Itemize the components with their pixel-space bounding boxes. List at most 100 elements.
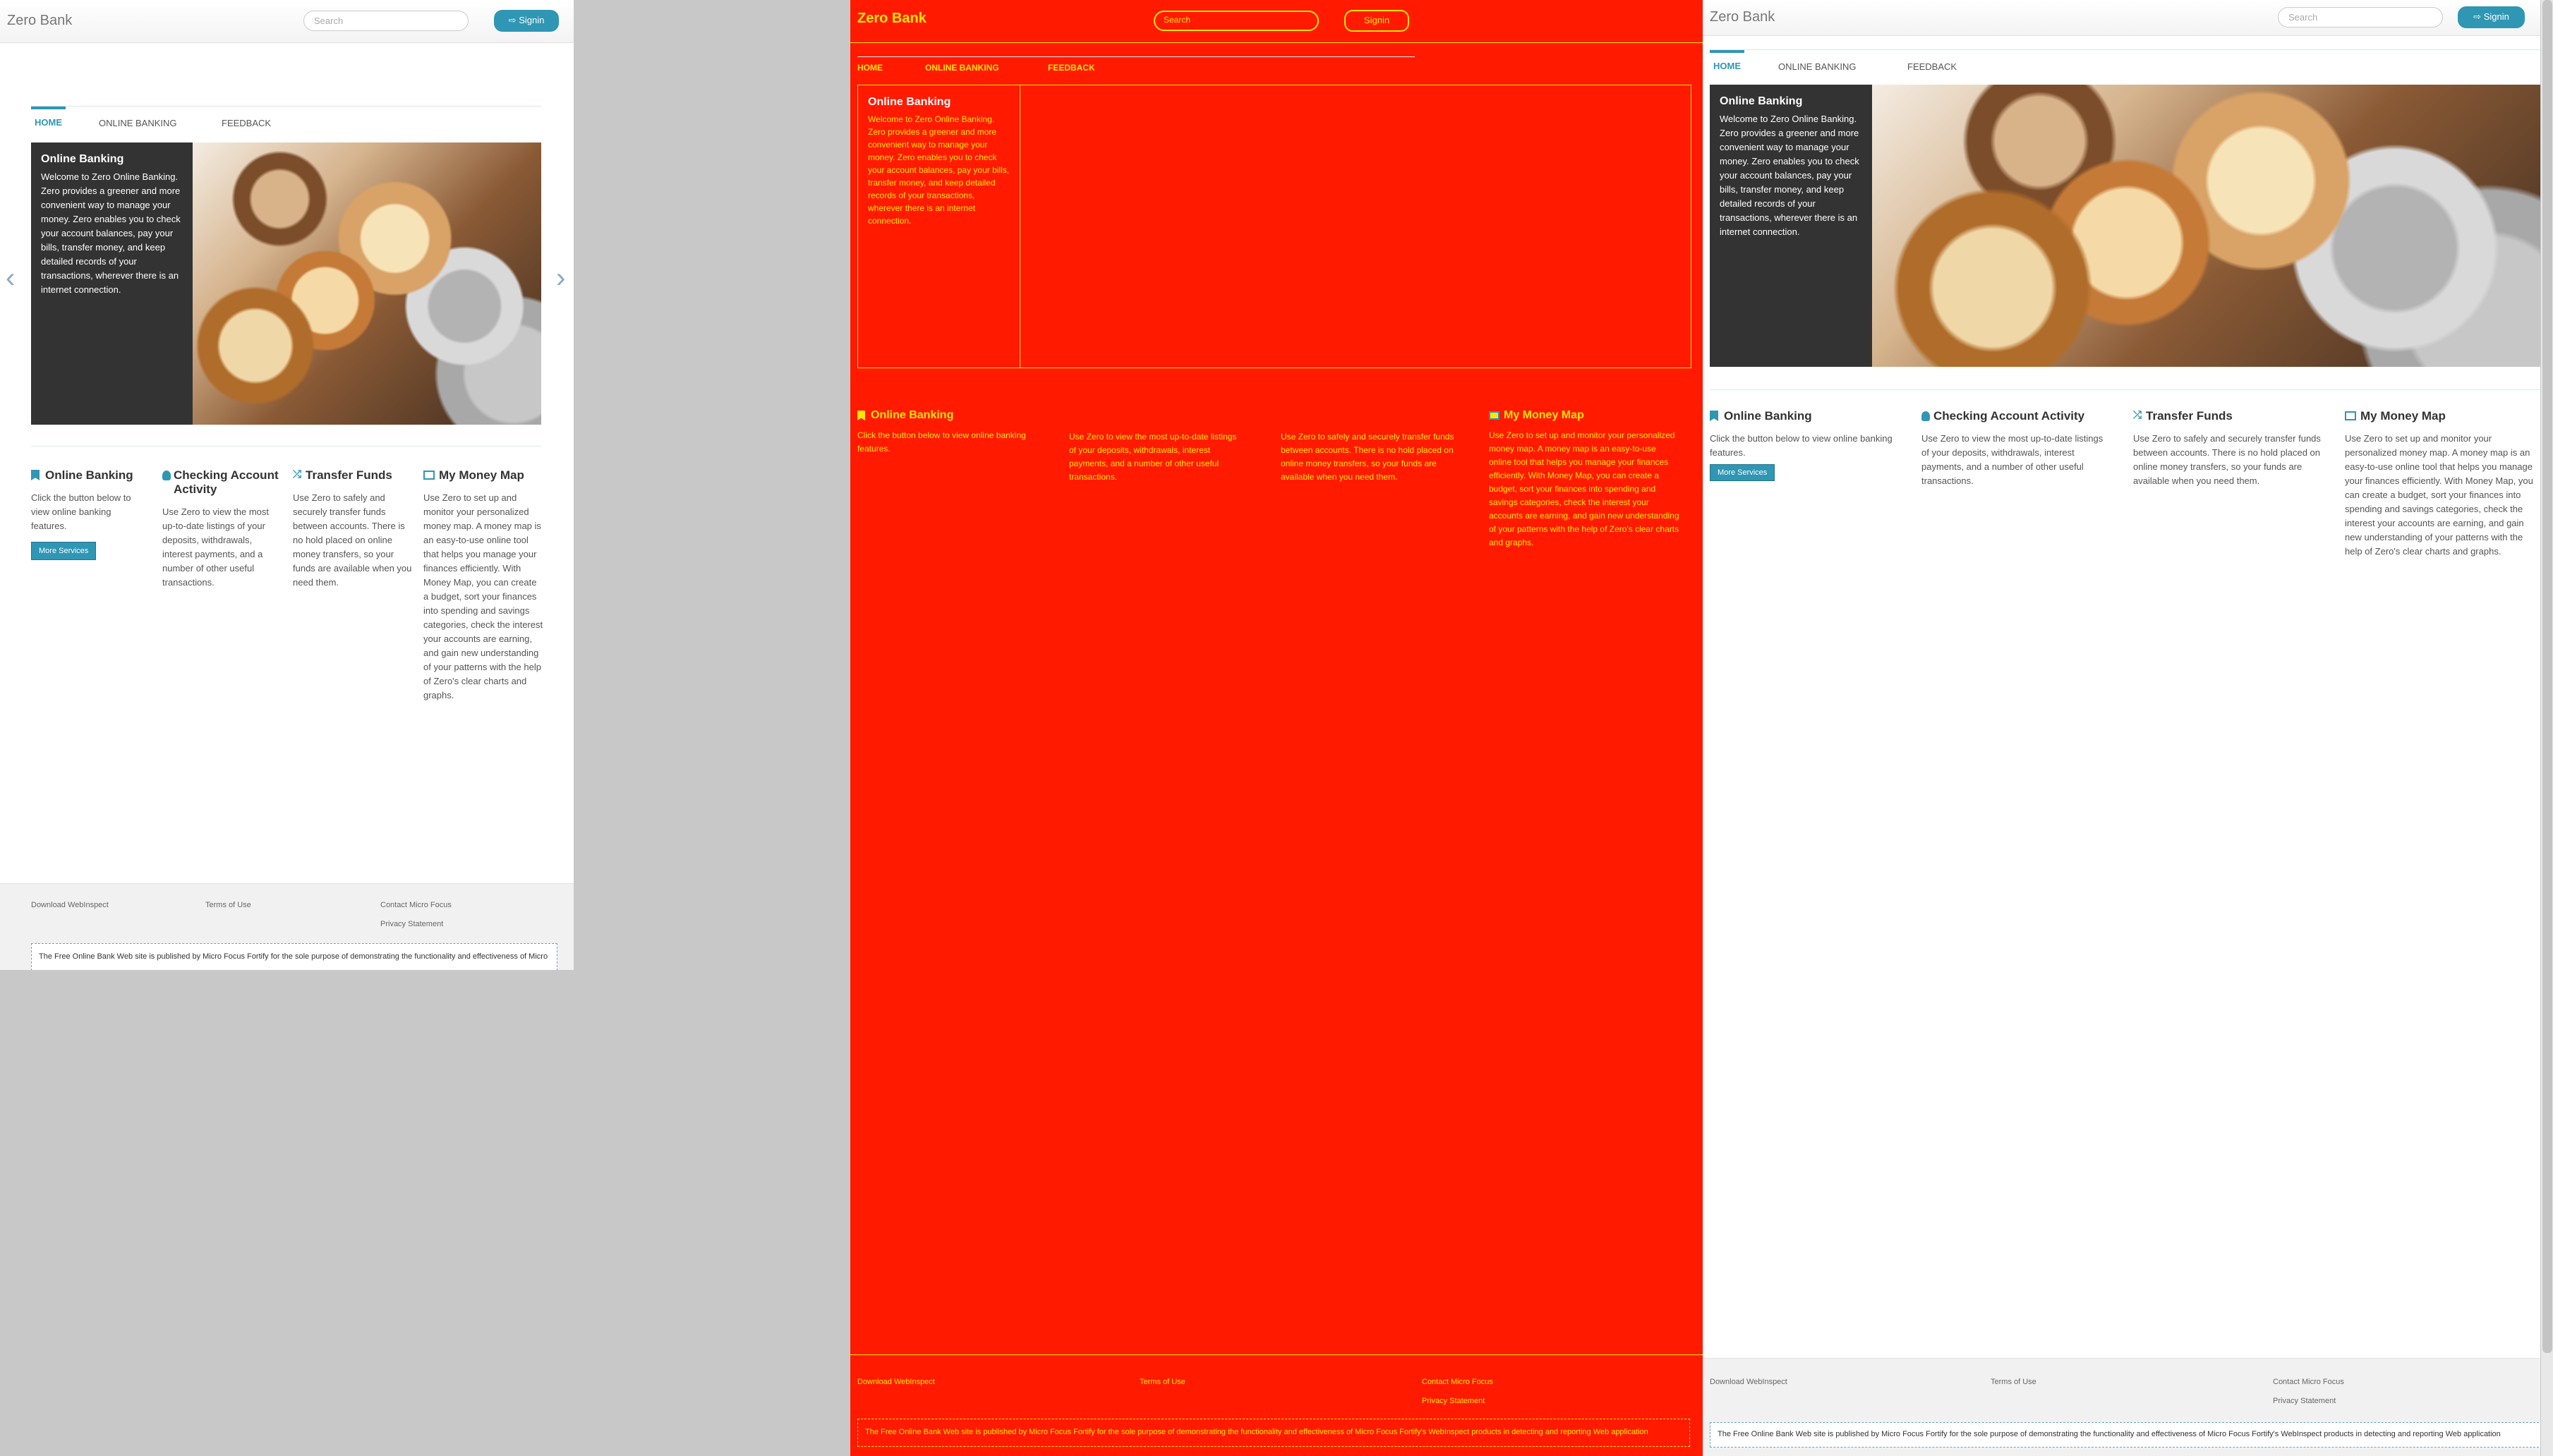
footer-disclaimer: The Free Online Bank Web site is publish… [1710,1422,2542,1448]
carousel-caption: Online Banking Welcome to Zero Online Ba… [31,142,193,425]
map-icon [1489,411,1499,420]
shuffle-icon: ⤮ [2133,409,2142,421]
scrollbar-thumb[interactable] [2542,0,2552,1353]
signin-button: Signin [1344,10,1409,32]
carousel-caption: Online Banking Welcome to Zero Online Ba… [1710,85,1872,367]
signin-icon: ⇨ [2473,11,2484,22]
feature-title: My Money Map [1504,409,1584,421]
feature-title: Checking Account Activity [174,468,279,496]
section-divider [31,446,541,447]
signin-icon: ⇨ [508,15,519,25]
feature-text: Use Zero to set up and monitor your pers… [1489,430,1679,547]
footer-terms-link[interactable]: Terms of Use [1991,1378,2036,1386]
footer-download-link: Download WebInspect [857,1378,935,1386]
tab-feedback: FEEDBACK [1048,63,1095,73]
nav-tabs: HOME ONLINE BANKING FEEDBACK [31,106,541,135]
more-services-button[interactable]: More Services [31,542,97,560]
site-footer: Download WebInspect Terms of Use Contact… [0,883,574,970]
tab-online-banking[interactable]: ONLINE BANKING [99,107,177,128]
feature-text: Use Zero to safely and securely transfer… [293,492,412,588]
carousel-title: Online Banking [1720,95,1803,107]
hero-carousel: Online Banking Welcome to Zero Online Ba… [857,85,1691,368]
hero-carousel: Online Banking Welcome to Zero Online Ba… [31,142,541,425]
search-input: Search [1154,11,1319,31]
tab-feedback[interactable]: FEEDBACK [1907,50,1957,72]
footer-terms-link: Terms of Use [1140,1378,1185,1386]
footer-terms-link[interactable]: Terms of Use [205,901,251,909]
feature-text: Use Zero to view the most up-to-date lis… [1921,433,2104,486]
page-scrollbar[interactable] [2540,0,2553,1456]
brand-logo: Zero Bank [857,11,927,26]
feature-title: Online Banking [871,409,954,421]
feature-online-banking: Online Banking Click the button below to… [1710,409,1900,481]
feature-checking: Checking Account Activity Use Zero to vi… [162,468,279,590]
carousel-body: Welcome to Zero Online Banking. Zero pro… [41,171,181,295]
signin-button[interactable]: ⇨ Signin [2458,6,2525,28]
search-input[interactable]: Search [303,11,469,31]
footer-disclaimer: The Free Online Bank Web site is publish… [31,943,557,970]
feature-money-map: My Money Map Use Zero to set up and moni… [1489,409,1679,550]
shuffle-icon: ⤮ [293,468,302,480]
feature-title: Transfer Funds [2146,409,2233,423]
bookmark-icon [1710,411,1718,421]
feature-money-map: My Money Map Use Zero to set up and moni… [423,468,543,703]
feature-title: Checking Account Activity [1933,409,2085,423]
feature-text: Use Zero to safely and securely transfer… [1281,432,1454,482]
footer-privacy-link[interactable]: Privacy Statement [380,920,443,928]
carousel-body: Welcome to Zero Online Banking. Zero pro… [1720,114,1859,237]
site-footer: Download WebInspect Terms of Use Contact… [1703,1358,2553,1456]
feature-title: Transfer Funds [306,468,392,482]
tab-online-banking[interactable]: ONLINE BANKING [1778,50,1857,72]
bookmark-icon [31,470,40,480]
footer-contact-link: Contact Micro Focus [1422,1378,1493,1386]
tab-online-banking: ONLINE BANKING [925,63,999,73]
feature-online-banking: Online Banking Click the button below to… [857,409,1027,456]
brand-logo[interactable]: Zero Bank [1710,9,1775,25]
more-services-button[interactable]: More Services [1710,464,1775,481]
right-screenshot-panel: Zero Bank Search ⇨ Signin HOME ONLINE BA… [1703,0,2553,1456]
feature-text: Use Zero to set up and monitor your pers… [2345,433,2533,557]
footer-disclaimer: The Free Online Bank Web site is publish… [857,1419,1690,1447]
footer-privacy-link[interactable]: Privacy Statement [2273,1397,2336,1405]
search-input[interactable]: Search [2278,7,2443,28]
brand-logo[interactable]: Zero Bank [7,13,72,29]
feature-title: My Money Map [2360,409,2446,423]
footer-privacy-link: Privacy Statement [1422,1397,1485,1405]
diff-overlay-panel: Zero Bank Search Signin HOME ONLINE BANK… [850,0,1703,1456]
site-header: Zero Bank Search ⇨ Signin [1703,0,2553,36]
tab-home: HOME [857,63,883,73]
footer-download-link[interactable]: Download WebInspect [31,901,109,909]
map-icon [2345,411,2356,420]
site-header: Zero Bank Search ⇨ Signin [0,0,574,43]
feature-text: Use Zero to view the most up-to-date lis… [162,506,269,588]
feature-text: Use Zero to safely and securely transfer… [2133,433,2321,486]
feature-transfer: ⤮ Transfer Funds Use Zero to safely and … [293,468,413,590]
carousel-body: Welcome to Zero Online Banking. Zero pro… [868,114,1010,226]
nav-tabs: HOME ONLINE BANKING FEEDBACK [857,56,1415,78]
tab-home[interactable]: HOME [1710,50,1744,71]
tab-feedback[interactable]: FEEDBACK [222,107,271,128]
carousel-next-icon[interactable]: › [556,262,565,294]
section-divider [1710,389,2542,390]
footer-download-link[interactable]: Download WebInspect [1710,1378,1787,1386]
footer-contact-link[interactable]: Contact Micro Focus [2273,1378,2344,1386]
carousel-caption: Online Banking Welcome to Zero Online Ba… [858,85,1020,368]
feature-checking: Checking Account Activity Use Zero to vi… [1921,409,2112,488]
feature-title: Online Banking [45,468,133,482]
tab-home[interactable]: HOME [31,107,66,128]
hero-carousel: Online Banking Welcome to Zero Online Ba… [1710,85,2542,367]
footer-contact-link[interactable]: Contact Micro Focus [380,901,452,909]
user-icon [162,471,171,480]
map-icon [423,471,435,480]
nav-tabs: HOME ONLINE BANKING FEEDBACK [1710,49,2542,78]
left-screenshot-panel: Zero Bank Search ⇨ Signin HOME ONLINE BA… [0,0,574,970]
bookmark-icon [857,411,865,420]
feature-text: Use Zero to set up and monitor your pers… [423,492,543,700]
feature-text: Use Zero to view the most up-to-date lis… [1069,432,1237,482]
feature-text: Click the button below to view online ba… [31,492,131,531]
signin-button[interactable]: ⇨ Signin [494,10,559,32]
coins-image [193,142,541,425]
carousel-prev-icon[interactable]: ‹ [6,262,15,294]
site-footer: Download WebInspect Terms of Use Contact… [850,1354,1703,1456]
feature-title: Online Banking [1724,409,1812,423]
